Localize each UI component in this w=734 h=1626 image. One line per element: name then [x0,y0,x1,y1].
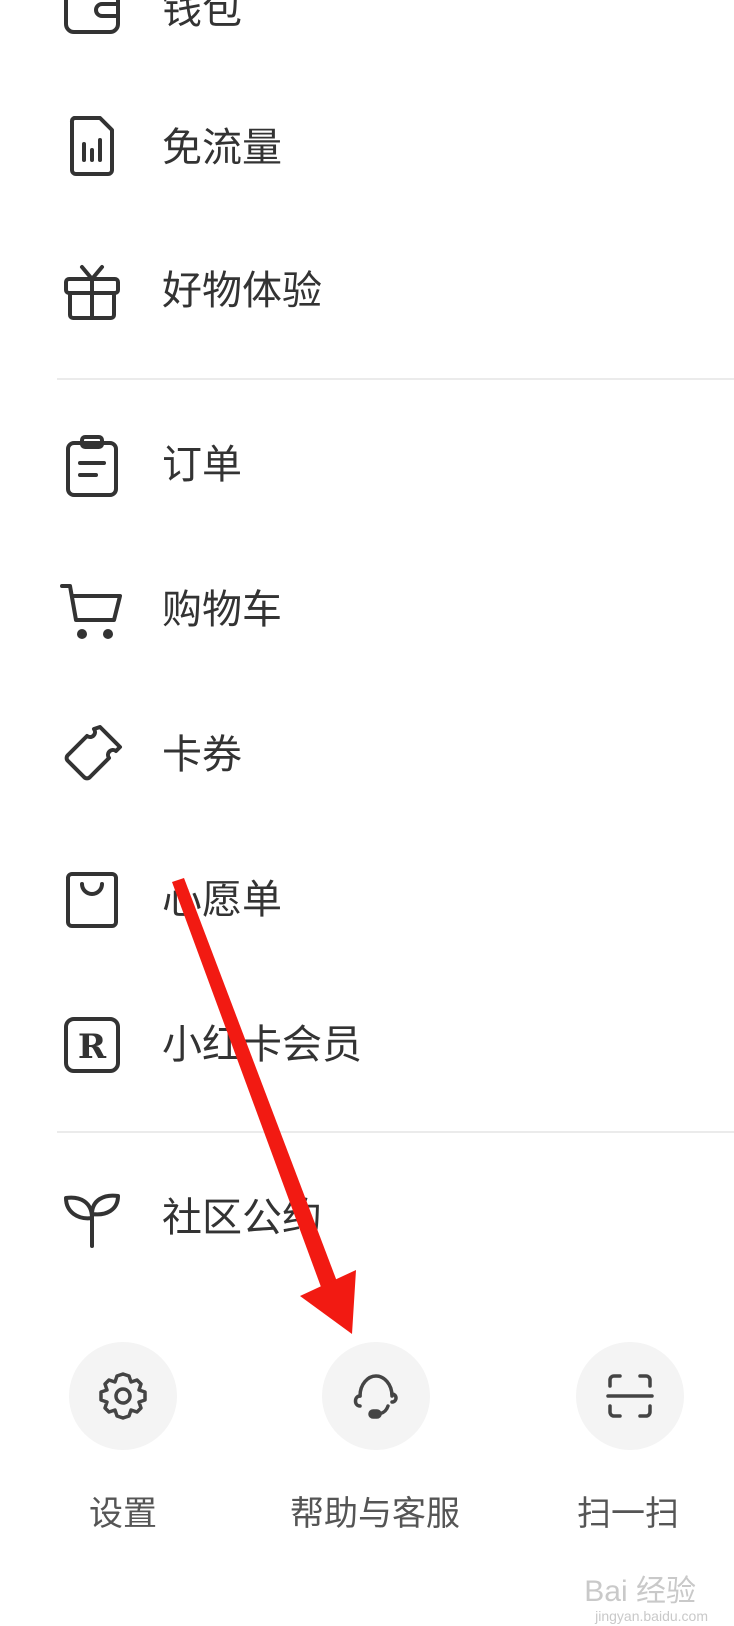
menu-item-wishlist[interactable]: 心愿单 [0,840,734,960]
sprout-icon [60,1188,124,1252]
help-label: 帮助与客服 [290,1494,460,1534]
menu-item-community-guidelines[interactable]: 社区公约 [0,1158,734,1278]
watermark-url: jingyan.baidu.com [595,1608,708,1624]
headset-icon [353,1374,398,1419]
scan-circle [576,1342,684,1450]
menu-label: 卡券 [162,732,242,778]
gear-icon [99,1372,147,1420]
menu-item-coupons[interactable]: 卡券 [0,695,734,815]
help-support-button[interactable]: 帮助与客服 [275,1342,475,1587]
menu-item-orders[interactable]: 订单 [0,405,734,525]
settings-circle [69,1342,177,1450]
watermark-logo: Bai 经验 [584,1575,696,1608]
scan-button[interactable]: 扫一扫 [530,1342,730,1587]
bag-icon [60,868,124,932]
ticket-icon [60,723,124,787]
gift-icon [60,259,124,323]
data-sim-icon [60,114,124,178]
menu-label: 钱包 [162,0,242,33]
r-badge-icon: R [60,1013,124,1077]
cart-icon [60,580,124,644]
menu-item-free-data[interactable]: 免流量 [0,88,734,208]
wallet-icon [60,0,124,42]
menu-label: 购物车 [162,587,282,633]
menu-label: 心愿单 [162,877,282,923]
menu-label: 小红卡会员 [162,1022,362,1068]
menu-item-wallet[interactable]: 钱包 [0,0,734,70]
menu-label: 免流量 [162,125,282,171]
svg-text:R: R [78,1027,107,1067]
settings-button[interactable]: 设置 [22,1342,222,1587]
scan-label: 扫一扫 [577,1494,679,1534]
menu-label: 订单 [162,442,242,488]
menu-item-product-trial[interactable]: 好物体验 [0,231,734,351]
scan-icon [606,1374,654,1418]
menu-label: 社区公约 [162,1195,322,1241]
divider [57,378,734,380]
menu-item-cart[interactable]: 购物车 [0,550,734,670]
help-circle [322,1342,430,1450]
divider [57,1131,734,1133]
clipboard-icon [60,435,124,499]
settings-label: 设置 [89,1494,157,1534]
menu-item-red-card-member[interactable]: R 小红卡会员 [0,985,734,1105]
menu-label: 好物体验 [162,268,322,314]
